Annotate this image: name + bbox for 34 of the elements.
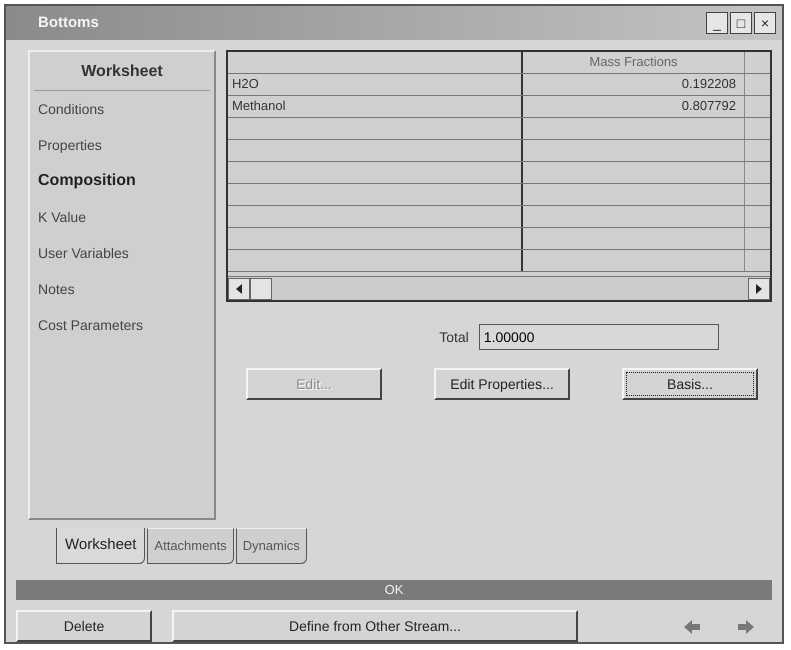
right-arrow-icon (738, 620, 754, 634)
tab[interactable]: Worksheet (56, 528, 146, 564)
left-arrow-icon (684, 620, 700, 634)
close-button[interactable]: × (754, 12, 776, 34)
sidebar-item[interactable]: Notes (34, 271, 210, 307)
sidebar-heading: Worksheet (34, 56, 210, 91)
sidebar-item[interactable]: Composition (34, 163, 210, 199)
maximize-button[interactable]: □ (730, 12, 752, 34)
status-text: OK (384, 582, 404, 597)
define-button[interactable]: Define from Other Stream... (172, 610, 578, 642)
action-button[interactable]: Basis... (622, 368, 758, 400)
sidebar-item[interactable]: User Variables (34, 235, 210, 271)
minimize-button[interactable]: _ (706, 12, 728, 34)
scroll-left-button[interactable] (228, 278, 250, 300)
tab[interactable]: Attachments (147, 528, 234, 564)
action-button[interactable]: Edit Properties... (434, 368, 570, 400)
right-arrow-icon (756, 284, 762, 294)
total-label: Total (439, 328, 469, 346)
sidebar-item[interactable]: Properties (34, 127, 210, 163)
sidebar-item[interactable]: Conditions (34, 91, 210, 127)
tab[interactable]: Dynamics (236, 528, 307, 564)
scroll-thumb[interactable] (250, 278, 272, 300)
table-cell: 0.192208 (682, 76, 736, 91)
window-title: Bottoms (38, 12, 100, 33)
column-header: Mass Fractions (589, 54, 678, 69)
sidebar-item[interactable]: Cost Parameters (34, 307, 210, 343)
left-arrow-icon (236, 284, 242, 294)
table-cell: H2O (232, 76, 259, 91)
delete-button[interactable]: Delete (16, 610, 152, 642)
sidebar-item[interactable]: K Value (34, 199, 210, 235)
table-cell: 0.807792 (682, 98, 736, 113)
table-cell: Methanol (232, 98, 286, 113)
scroll-right-button[interactable] (748, 278, 770, 300)
total-field[interactable]: 1.00000 (478, 324, 719, 350)
